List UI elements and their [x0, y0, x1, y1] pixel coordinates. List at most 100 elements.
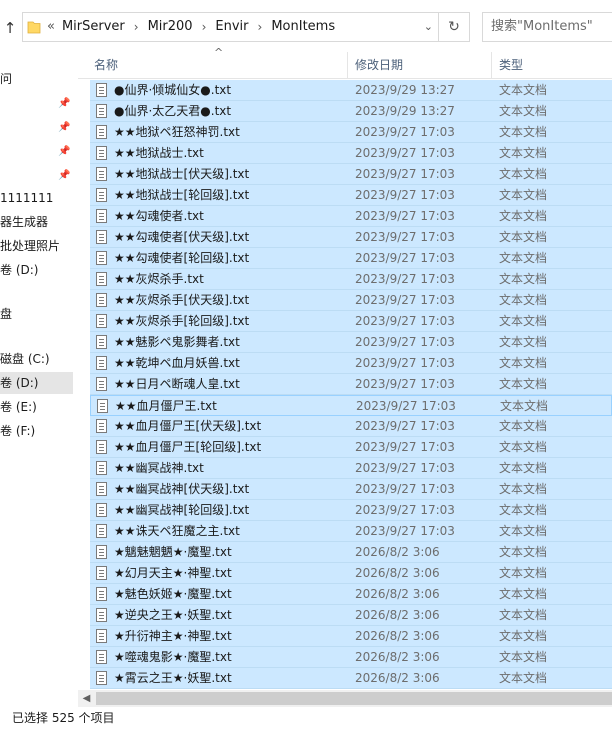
- file-date: 2023/9/27 17:03: [355, 314, 455, 328]
- refresh-icon[interactable]: ↻: [438, 13, 469, 41]
- chevron-down-icon[interactable]: ⌄: [424, 13, 433, 41]
- column-divider[interactable]: [347, 52, 348, 78]
- text-file-icon: [96, 356, 107, 370]
- nav-item[interactable]: 卷 (F:): [0, 420, 73, 442]
- file-row[interactable]: ★★幽冥战神.txt 2023/9/27 17:03 文本文档: [90, 458, 612, 479]
- column-name[interactable]: 名称: [94, 52, 118, 78]
- file-row[interactable]: ★★灰烬杀手[轮回级].txt 2023/9/27 17:03 文本文档: [90, 311, 612, 332]
- pin-icon[interactable]: 📌: [58, 170, 70, 182]
- nav-item[interactable]: 1111111: [0, 187, 73, 209]
- file-row[interactable]: ●仙界·太乙天君●.txt 2023/9/29 13:27 文本文档: [90, 101, 612, 122]
- file-row[interactable]: ★★魅影ペ鬼影舞者.txt 2023/9/27 17:03 文本文档: [90, 332, 612, 353]
- address-bar[interactable]: « MirServer › Mir200 › Envir › MonItems …: [22, 12, 470, 42]
- file-name: ★霄云之王★·妖聖.txt: [114, 671, 232, 685]
- file-row[interactable]: ★★血月僵尸王[轮回级].txt 2023/9/27 17:03 文本文档: [90, 437, 612, 458]
- file-name: ★★魅影ペ鬼影舞者.txt: [114, 335, 240, 349]
- text-file-icon: [96, 482, 107, 496]
- file-type: 文本文档: [499, 356, 548, 370]
- search-input[interactable]: 搜索"MonItems": [482, 12, 612, 42]
- file-row[interactable]: ★★乾坤ペ血月妖兽.txt 2023/9/27 17:03 文本文档: [90, 353, 612, 374]
- file-row[interactable]: ★★诛天ペ狂魔之主.txt 2023/9/27 17:03 文本文档: [90, 521, 612, 542]
- chevron-right-icon[interactable]: ›: [258, 13, 263, 41]
- breadcrumb-mirserver[interactable]: MirServer: [62, 13, 125, 41]
- chevron-right-icon[interactable]: ›: [202, 13, 207, 41]
- file-type: 文本文档: [499, 671, 548, 685]
- file-row[interactable]: ★★幽冥战神[轮回级].txt 2023/9/27 17:03 文本文档: [90, 500, 612, 521]
- file-date: 2026/8/2 3:06: [355, 629, 440, 643]
- file-row[interactable]: ★★勾魂使者.txt 2023/9/27 17:03 文本文档: [90, 206, 612, 227]
- file-name: ★★灰烬杀手.txt: [114, 272, 204, 286]
- nav-item[interactable]: 卷 (D:): [0, 372, 73, 394]
- file-row[interactable]: ★霄云之王★·妖聖.txt 2026/8/2 3:06 文本文档: [90, 668, 612, 689]
- up-arrow-icon[interactable]: ↑: [2, 17, 18, 39]
- file-row[interactable]: ★★灰烬杀手.txt 2023/9/27 17:03 文本文档: [90, 269, 612, 290]
- file-date: 2026/8/2 3:06: [355, 650, 440, 664]
- scrollbar-thumb[interactable]: [96, 692, 612, 705]
- breadcrumb-envir[interactable]: Envir: [215, 13, 248, 41]
- file-date: 2023/9/29 13:27: [355, 83, 455, 97]
- file-row[interactable]: ★★日月ペ断魂人皇.txt 2023/9/27 17:03 文本文档: [90, 374, 612, 395]
- text-file-icon: [96, 146, 107, 160]
- nav-item[interactable]: 卷 (E:): [0, 396, 73, 418]
- file-row[interactable]: ★★地狱战士[伏天级].txt 2023/9/27 17:03 文本文档: [90, 164, 612, 185]
- file-type: 文本文档: [499, 335, 548, 349]
- file-name: ★魅色妖姬★·魔聖.txt: [114, 587, 232, 601]
- folder-icon: [27, 21, 41, 34]
- file-row[interactable]: ●仙界·倾城仙女●.txt 2023/9/29 13:27 文本文档: [90, 80, 612, 101]
- file-row[interactable]: ★★灰烬杀手[伏天级].txt 2023/9/27 17:03 文本文档: [90, 290, 612, 311]
- file-row[interactable]: ★逆央之王★·妖聖.txt 2026/8/2 3:06 文本文档: [90, 605, 612, 626]
- file-type: 文本文档: [499, 566, 548, 580]
- file-row[interactable]: ★★勾魂使者[轮回级].txt 2023/9/27 17:03 文本文档: [90, 248, 612, 269]
- nav-item[interactable]: 问: [0, 68, 73, 90]
- nav-item[interactable]: [0, 325, 73, 347]
- file-row[interactable]: ★噬魂鬼影★·魔聖.txt 2026/8/2 3:06 文本文档: [90, 647, 612, 668]
- nav-item[interactable]: [0, 281, 73, 303]
- file-type: 文本文档: [499, 314, 548, 328]
- file-row[interactable]: ★★血月僵尸王.txt 2023/9/27 17:03 文本文档: [90, 395, 612, 416]
- scroll-left-icon[interactable]: ◀: [78, 690, 95, 707]
- file-row[interactable]: ★★勾魂使者[伏天级].txt 2023/9/27 17:03 文本文档: [90, 227, 612, 248]
- file-type: 文本文档: [499, 440, 548, 454]
- nav-item[interactable]: 批处理照片: [0, 235, 73, 257]
- file-name: ★★幽冥战神.txt: [114, 461, 204, 475]
- column-divider[interactable]: [491, 52, 492, 78]
- file-date: 2023/9/27 17:03: [355, 440, 455, 454]
- file-type: 文本文档: [499, 545, 548, 559]
- file-row[interactable]: ★★地狱战士.txt 2023/9/27 17:03 文本文档: [90, 143, 612, 164]
- file-date: 2023/9/27 17:03: [355, 293, 455, 307]
- file-name: ★升衍神主★·神聖.txt: [114, 629, 232, 643]
- file-date: 2023/9/27 17:03: [355, 188, 455, 202]
- column-date[interactable]: 修改日期: [355, 52, 403, 78]
- text-file-icon: [96, 83, 107, 97]
- file-type: 文本文档: [499, 167, 548, 181]
- column-type[interactable]: 类型: [499, 52, 523, 78]
- file-date: 2026/8/2 3:06: [355, 587, 440, 601]
- pin-icon[interactable]: 📌: [58, 98, 70, 110]
- file-name: ★魑魅魍魉★·魔聖.txt: [114, 545, 232, 559]
- file-row[interactable]: ★魑魅魍魉★·魔聖.txt 2026/8/2 3:06 文本文档: [90, 542, 612, 563]
- pin-icon[interactable]: 📌: [58, 146, 70, 158]
- nav-item[interactable]: 器生成器: [0, 211, 73, 233]
- file-row[interactable]: ★★地狱ペ狂怒神罚.txt 2023/9/27 17:03 文本文档: [90, 122, 612, 143]
- breadcrumb-mir200[interactable]: Mir200: [148, 13, 193, 41]
- file-row[interactable]: ★幻月天主★·神聖.txt 2026/8/2 3:06 文本文档: [90, 563, 612, 584]
- chevron-right-icon[interactable]: ›: [134, 13, 139, 41]
- breadcrumb-monitems[interactable]: MonItems: [271, 13, 335, 41]
- file-row[interactable]: ★★幽冥战神[伏天级].txt 2023/9/27 17:03 文本文档: [90, 479, 612, 500]
- overflow-chevron-icon[interactable]: «: [47, 13, 55, 41]
- text-file-icon: [96, 461, 107, 475]
- nav-item[interactable]: 盘: [0, 303, 73, 325]
- file-date: 2023/9/27 17:03: [355, 272, 455, 286]
- file-date: 2023/9/27 17:03: [355, 461, 455, 475]
- nav-item[interactable]: 磁盘 (C:): [0, 348, 73, 370]
- pin-icon[interactable]: 📌: [58, 122, 70, 134]
- file-type: 文本文档: [499, 650, 548, 664]
- nav-item[interactable]: 卷 (D:): [0, 259, 73, 281]
- horizontal-scrollbar[interactable]: ◀: [78, 690, 612, 707]
- file-row[interactable]: ★★地狱战士[轮回级].txt 2023/9/27 17:03 文本文档: [90, 185, 612, 206]
- file-row[interactable]: ★魅色妖姬★·魔聖.txt 2026/8/2 3:06 文本文档: [90, 584, 612, 605]
- file-row[interactable]: ★升衍神主★·神聖.txt 2026/8/2 3:06 文本文档: [90, 626, 612, 647]
- file-row[interactable]: ★★血月僵尸王[伏天级].txt 2023/9/27 17:03 文本文档: [90, 416, 612, 437]
- file-date: 2026/8/2 3:06: [355, 545, 440, 559]
- file-type: 文本文档: [499, 461, 548, 475]
